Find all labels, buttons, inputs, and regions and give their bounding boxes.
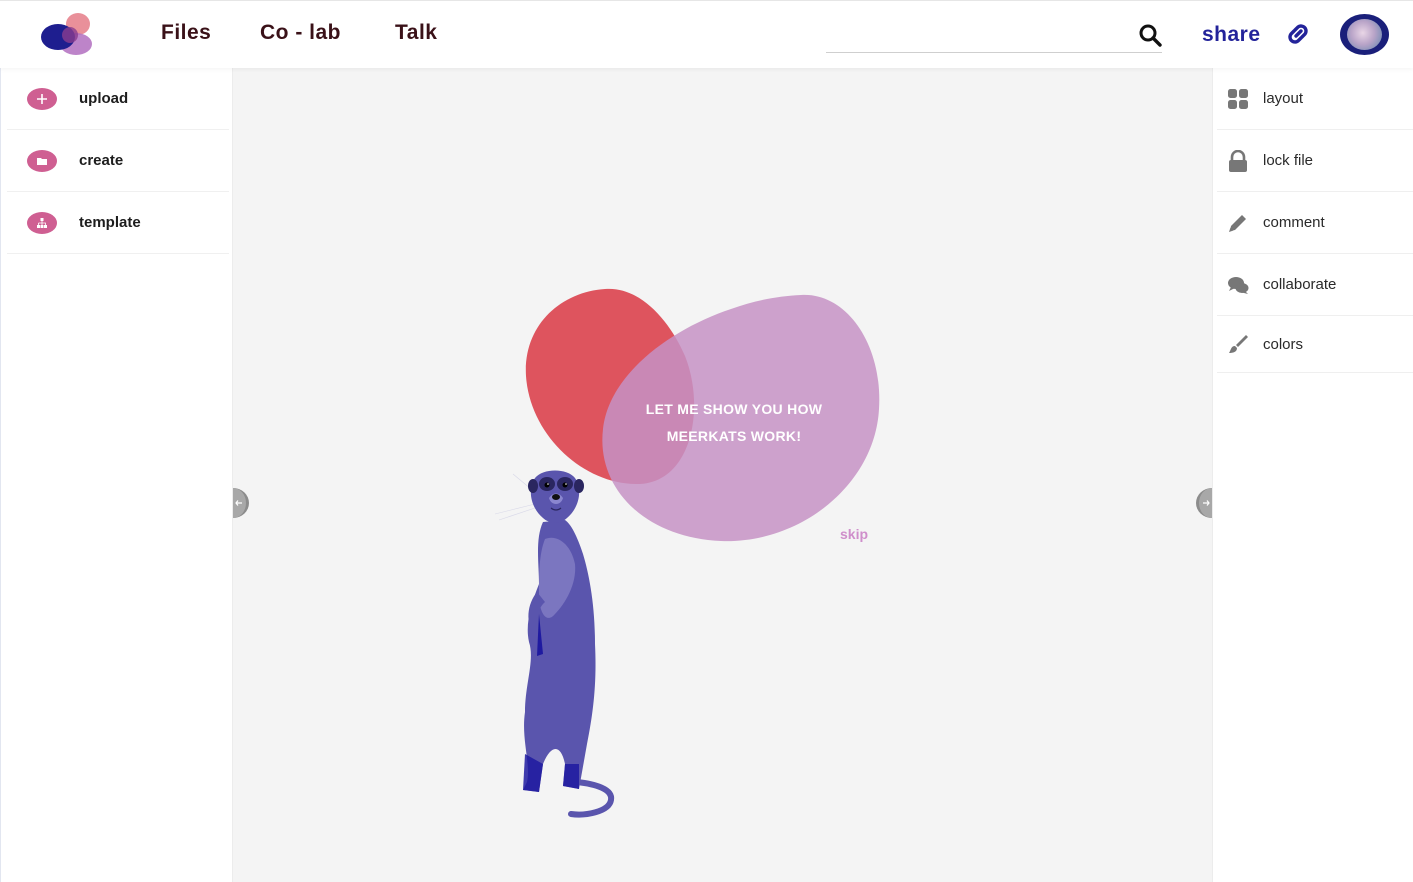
nav-talk[interactable]: Talk (395, 21, 437, 45)
link-icon[interactable] (1283, 19, 1313, 49)
plus-icon (27, 87, 57, 110)
tool-label: lock file (1263, 152, 1314, 169)
tool-collaborate[interactable]: collaborate (1217, 254, 1413, 316)
onboarding-message-line-1: LET ME SHOW YOU HOW (645, 401, 823, 417)
sidebar-item-label: upload (79, 90, 129, 107)
template-icon (27, 211, 57, 234)
sidebar-item-template[interactable]: template (7, 192, 229, 254)
tool-comment[interactable]: comment (1217, 192, 1413, 254)
sidebar-item-label: create (79, 152, 124, 169)
search-input[interactable] (826, 19, 1126, 51)
lock-icon (1229, 149, 1247, 172)
onboarding-canvas: LET ME SHOW YOU HOW MEERKATS WORK! skip (233, 68, 1212, 882)
top-bar: Files Co - lab Talk share (0, 0, 1413, 68)
brush-icon (1229, 335, 1248, 353)
tool-label: layout (1263, 90, 1304, 107)
app-logo[interactable] (38, 11, 98, 59)
tool-layout[interactable]: layout (1217, 68, 1413, 130)
collapse-left-icon[interactable] (233, 488, 249, 518)
search-bar (826, 19, 1162, 53)
sidebar-item-create[interactable]: create (7, 130, 229, 192)
search-icon[interactable] (1138, 23, 1162, 47)
right-sidebar: layout lock file comment collaborate col… (1212, 68, 1413, 882)
chat-icon (1228, 276, 1249, 294)
avatar-photo (1347, 19, 1382, 50)
skip-button[interactable]: skip (840, 526, 868, 542)
nav-files[interactable]: Files (161, 21, 211, 45)
tool-colors[interactable]: colors (1217, 316, 1413, 373)
sidebar-item-upload[interactable]: upload (7, 68, 229, 130)
tool-label: collaborate (1263, 276, 1337, 293)
user-avatar[interactable] (1340, 14, 1389, 55)
sidebar-item-label: template (79, 214, 141, 231)
tool-label: comment (1263, 214, 1325, 231)
share-button[interactable]: share (1202, 23, 1261, 47)
collapse-right-icon[interactable] (1196, 488, 1212, 518)
onboarding-message-line-2: MEERKATS WORK! (666, 428, 802, 444)
folder-icon (27, 149, 57, 172)
tool-label: colors (1263, 335, 1304, 353)
left-sidebar: upload create template (0, 68, 233, 882)
nav-co-lab[interactable]: Co - lab (260, 21, 341, 45)
onboarding-message: LET ME SHOW YOU HOW MEERKATS WORK! (629, 396, 839, 450)
tool-lock-file[interactable]: lock file (1217, 130, 1413, 192)
grid-icon (1228, 88, 1248, 109)
pencil-icon (1229, 214, 1246, 232)
meerkat-mascot (495, 470, 615, 818)
